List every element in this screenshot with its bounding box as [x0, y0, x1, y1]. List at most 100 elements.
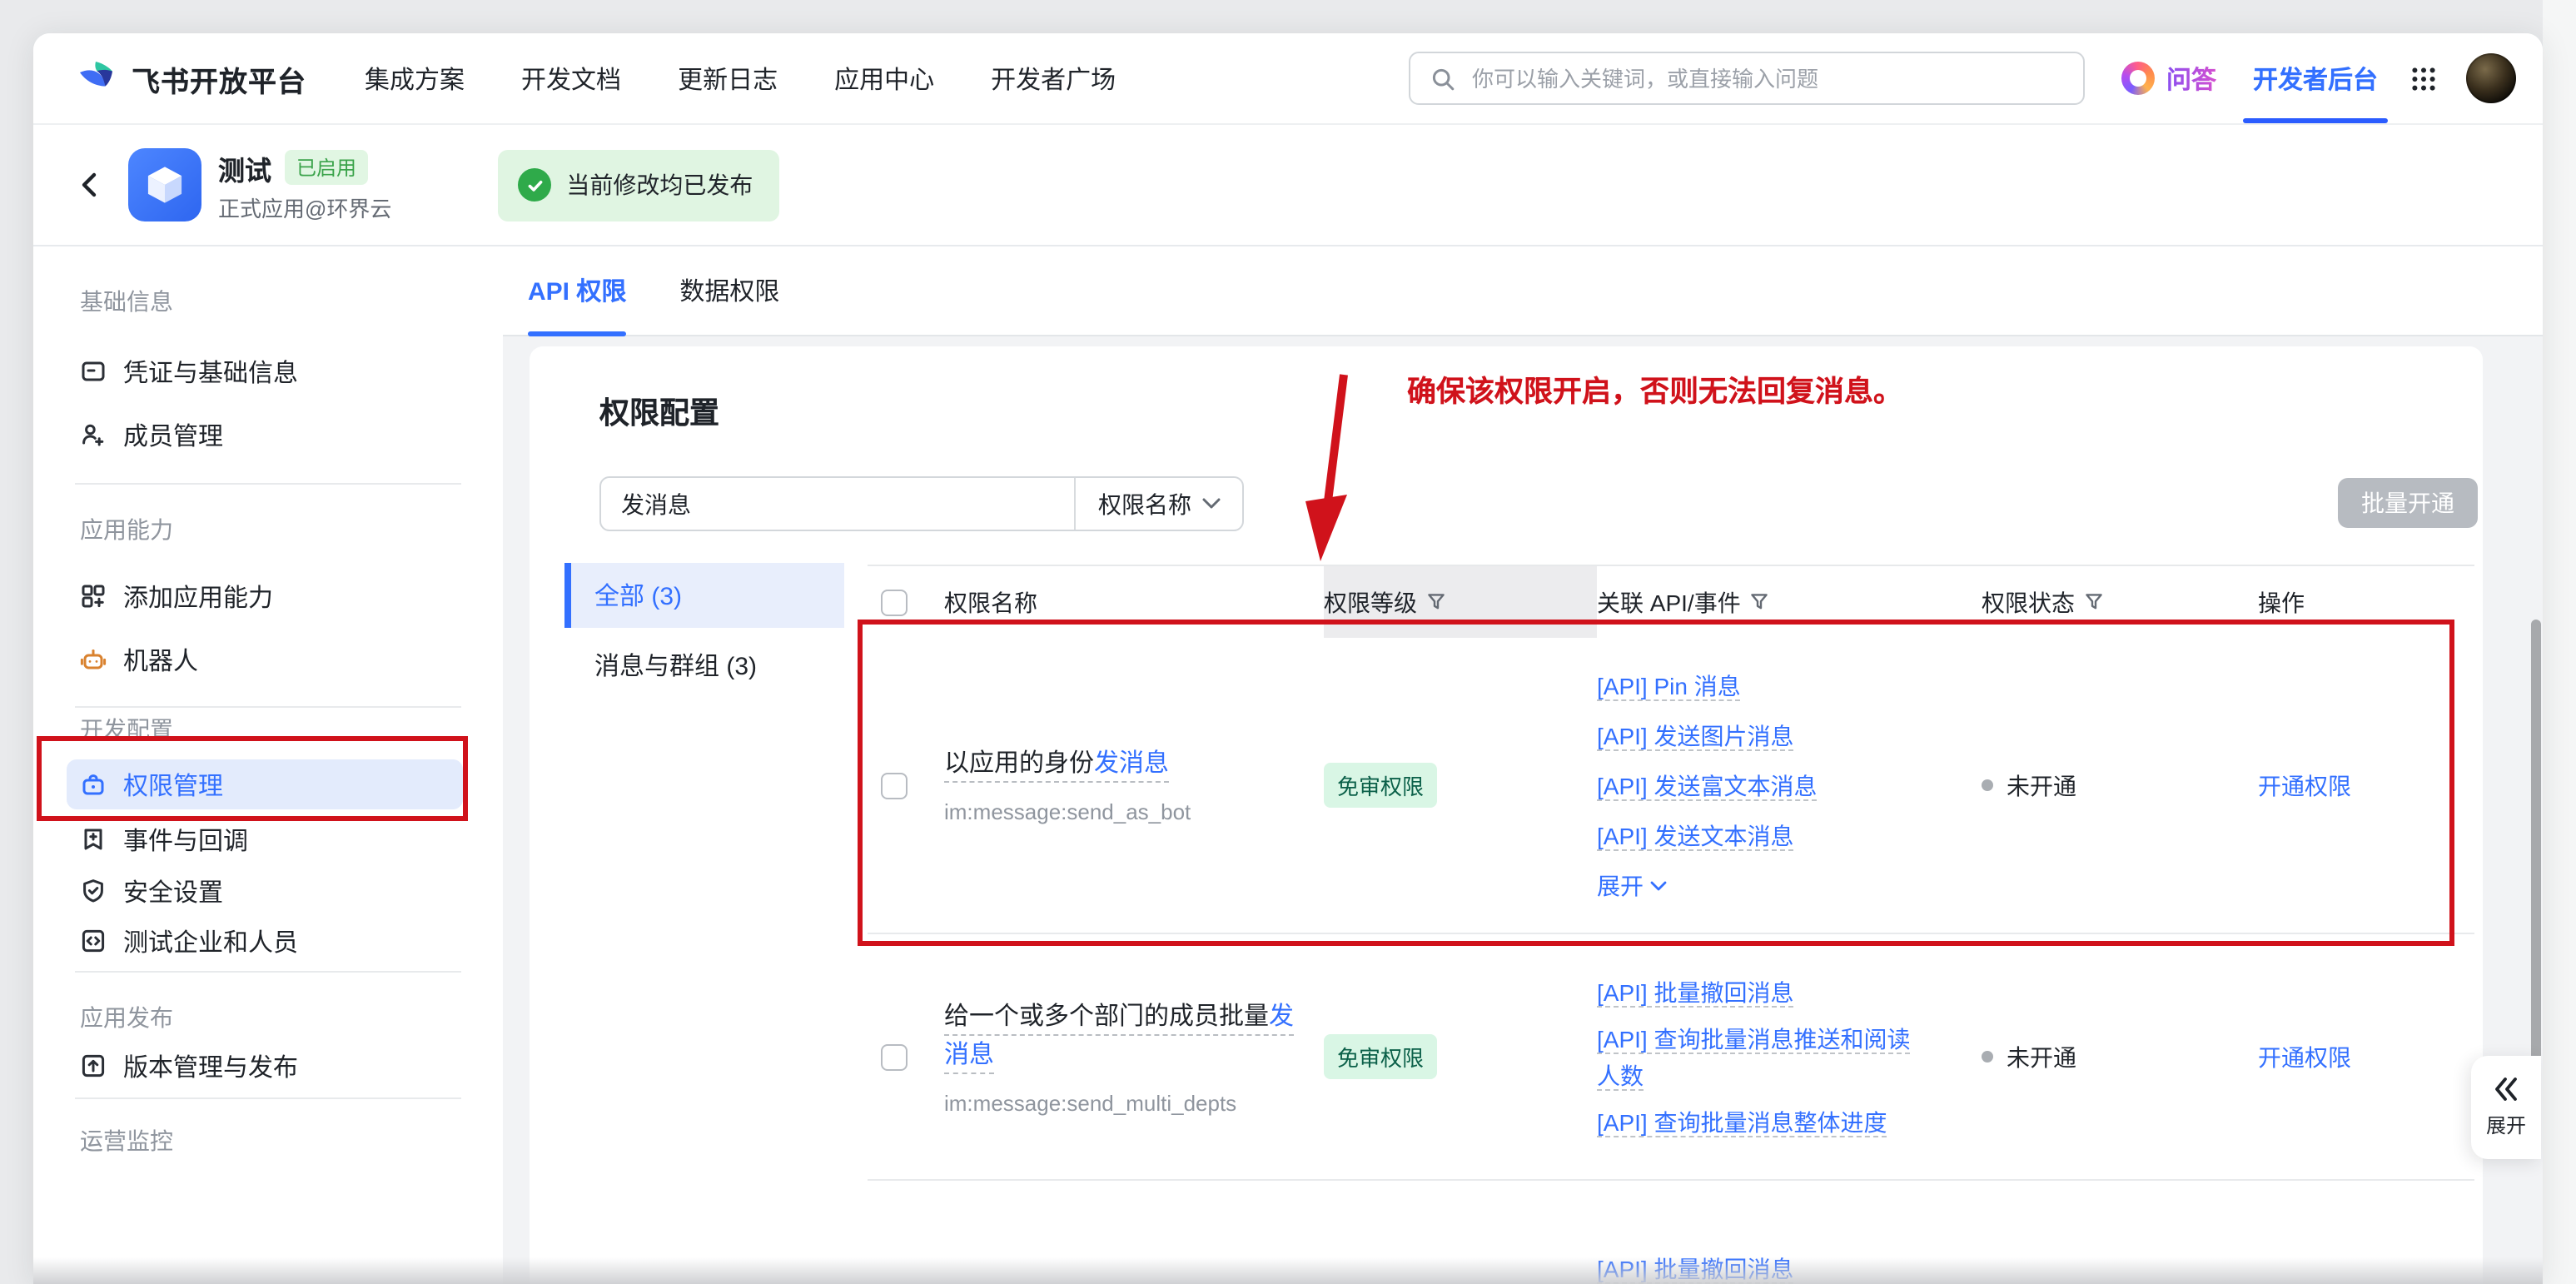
nav-item-integration[interactable]: 集成方案 — [365, 61, 465, 96]
logo-text: 飞书开放平台 — [132, 57, 306, 99]
grid-plus-icon — [80, 583, 107, 610]
search-filter-label: 权限名称 — [1098, 487, 1191, 520]
api-link[interactable]: [API] Pin 消息 — [1597, 672, 1741, 700]
bulk-open-button[interactable]: 批量开通 — [2338, 478, 2478, 528]
col-permission-level[interactable]: 权限等级 — [1324, 566, 1597, 638]
api-link[interactable]: [API] 查询批量消息推送和阅读人数 — [1597, 1025, 1910, 1090]
permission-card: 权限配置 确保该权限开启，否则无法回复消息。 权限名称 — [530, 346, 2483, 1284]
filter-funnel-icon — [1751, 593, 1769, 611]
upload-box-icon — [80, 1053, 107, 1079]
app-subtitle: 正式应用@环界云 — [218, 191, 391, 222]
sidebar-section-devconfig: 开发配置 — [80, 718, 173, 741]
open-permission-link[interactable]: 开通权限 — [2258, 1043, 2351, 1070]
permission-search-input[interactable] — [601, 478, 1074, 530]
select-all-checkbox[interactable] — [881, 589, 908, 615]
permission-name-link[interactable]: 以应用的身份发消息 — [944, 749, 1169, 783]
expand-api-link[interactable]: 展开 — [1597, 860, 1667, 910]
back-icon[interactable] — [75, 170, 118, 200]
sidebar-item-permissions[interactable]: 权限管理 — [67, 759, 463, 809]
search-filter-select[interactable]: 权限名称 — [1074, 478, 1242, 530]
api-link[interactable]: [API] 发送文本消息 — [1597, 822, 1793, 850]
bookmark-plus-icon — [80, 826, 107, 853]
desktop-background — [2543, 0, 2576, 1284]
sidebar-item-credentials[interactable]: 凭证与基础信息 — [67, 346, 463, 396]
sidebar-item-test-org[interactable]: 测试企业和人员 — [67, 916, 463, 966]
sidebar-section-release: 应用发布 — [80, 1006, 173, 1029]
sidebar-item-label: 凭证与基础信息 — [123, 354, 298, 389]
app-icon — [128, 148, 201, 221]
right-drawer-expand-button[interactable]: 展开 — [2471, 1056, 2541, 1159]
sidebar-section-monitor: 运营监控 — [80, 1129, 173, 1152]
annotation-note: 确保该权限开启，否则无法回复消息。 — [1407, 370, 1902, 411]
app-grid-icon[interactable] — [2411, 66, 2436, 91]
sidebar-item-label: 权限管理 — [123, 767, 223, 802]
avatar[interactable] — [2466, 53, 2516, 103]
permission-tabs: API 权限 数据权限 — [503, 246, 2543, 336]
scrollbar[interactable] — [2531, 620, 2541, 1111]
divider — [75, 971, 461, 973]
nav-item-changelog[interactable]: 更新日志 — [678, 61, 778, 96]
permission-search: 权限名称 — [599, 476, 1244, 531]
sidebar-item-add-capability[interactable]: 添加应用能力 — [67, 571, 463, 621]
permission-code: im:message:send_as_bot — [944, 798, 1297, 826]
api-list: [API] 批量撤回消息 [API] 查询批量消息推送和阅读 — [1597, 1251, 1932, 1284]
sidebar-item-members[interactable]: 成员管理 — [67, 410, 463, 460]
nav-item-docs[interactable]: 开发文档 — [521, 61, 621, 96]
chevron-down-icon — [1201, 498, 1220, 510]
table-row: 给多个用户批量发消息 免审权限 [API] 批量撤回消息 [API] 查询批量消… — [868, 1181, 2474, 1284]
level-tag: 免审权限 — [1324, 763, 1437, 808]
publish-status-text: 当前修改均已发布 — [566, 168, 753, 202]
status-badge: 已启用 — [285, 150, 368, 185]
sidebar-item-label: 测试企业和人员 — [123, 923, 298, 958]
screen: 飞书开放平台 集成方案 开发文档 更新日志 应用中心 开发者广场 问答 — [0, 0, 2576, 1284]
developer-console-link[interactable]: 开发者后台 — [2253, 33, 2378, 123]
api-link[interactable]: [API] 查询批量消息整体进度 — [1597, 1108, 1887, 1137]
tab-data-permission[interactable]: 数据权限 — [679, 246, 779, 335]
sidebar-item-bot[interactable]: 机器人 — [67, 635, 463, 684]
nav-item-devplaza[interactable]: 开发者广场 — [991, 61, 1116, 96]
qa-link[interactable]: 问答 — [2121, 61, 2216, 96]
row-checkbox[interactable] — [881, 1043, 908, 1070]
top-navbar: 飞书开放平台 集成方案 开发文档 更新日志 应用中心 开发者广场 问答 — [33, 33, 2543, 125]
person-add-icon — [80, 421, 107, 448]
sidebar-item-events[interactable]: 事件与回调 — [67, 814, 463, 864]
api-link[interactable]: [API] 批量撤回消息 — [1597, 1256, 1793, 1284]
double-chevron-left-icon — [2491, 1076, 2521, 1102]
nav-item-appcenter[interactable]: 应用中心 — [834, 61, 934, 96]
id-card-icon — [80, 358, 107, 385]
main-area: API 权限 数据权限 权限配置 确保该权限开启，否则无法回复消息。 — [503, 246, 2543, 1284]
sidebar-item-version-release[interactable]: 版本管理与发布 — [67, 1041, 463, 1091]
sidebar-item-label: 版本管理与发布 — [123, 1048, 298, 1083]
app-header: 测试 已启用 正式应用@环界云 当前修改均已发布 — [33, 125, 2543, 246]
divider — [75, 483, 461, 485]
open-permission-link[interactable]: 开通权限 — [2258, 772, 2351, 799]
content-area: 权限配置 确保该权限开启，否则无法回复消息。 权限名称 — [503, 336, 2543, 1284]
permission-name-link[interactable]: 给一个或多个部门的成员批量发消息 — [944, 1002, 1294, 1073]
nav-menu: 集成方案 开发文档 更新日志 应用中心 开发者广场 — [365, 61, 1116, 96]
sidebar-item-label: 安全设置 — [123, 873, 223, 908]
global-search[interactable] — [1409, 52, 2085, 105]
tab-api-permission[interactable]: API 权限 — [528, 246, 626, 335]
search-input[interactable] — [1469, 64, 2063, 92]
app-name: 测试 — [218, 147, 271, 187]
table-row: 给一个或多个部门的成员批量发消息 im:message:send_multi_d… — [868, 934, 2474, 1181]
col-permission-status[interactable]: 权限状态 — [1982, 566, 2258, 638]
status-dot — [1982, 779, 1993, 791]
publish-status-banner: 当前修改均已发布 — [498, 149, 779, 221]
status-dot — [1982, 1051, 1993, 1063]
chevron-down-icon — [1650, 880, 1667, 890]
col-related-api[interactable]: 关联 API/事件 — [1597, 566, 1982, 638]
sidebar-item-security[interactable]: 安全设置 — [67, 866, 463, 916]
filter-item-im[interactable]: 消息与群组 (3) — [564, 633, 844, 698]
table-header: 权限名称 权限等级 关联 API/事件 — [868, 566, 2474, 638]
annotation-arrow — [1299, 371, 1359, 571]
shield-check-icon — [80, 878, 107, 904]
api-link[interactable]: [API] 发送图片消息 — [1597, 722, 1793, 750]
row-checkbox[interactable] — [881, 772, 908, 799]
divider — [75, 706, 461, 708]
filter-item-all[interactable]: 全部 (3) — [564, 563, 844, 628]
filter-funnel-icon — [1427, 593, 1445, 611]
api-link[interactable]: [API] 批量撤回消息 — [1597, 978, 1793, 1007]
api-link[interactable]: [API] 发送富文本消息 — [1597, 772, 1817, 800]
logo[interactable]: 飞书开放平台 — [75, 57, 306, 100]
